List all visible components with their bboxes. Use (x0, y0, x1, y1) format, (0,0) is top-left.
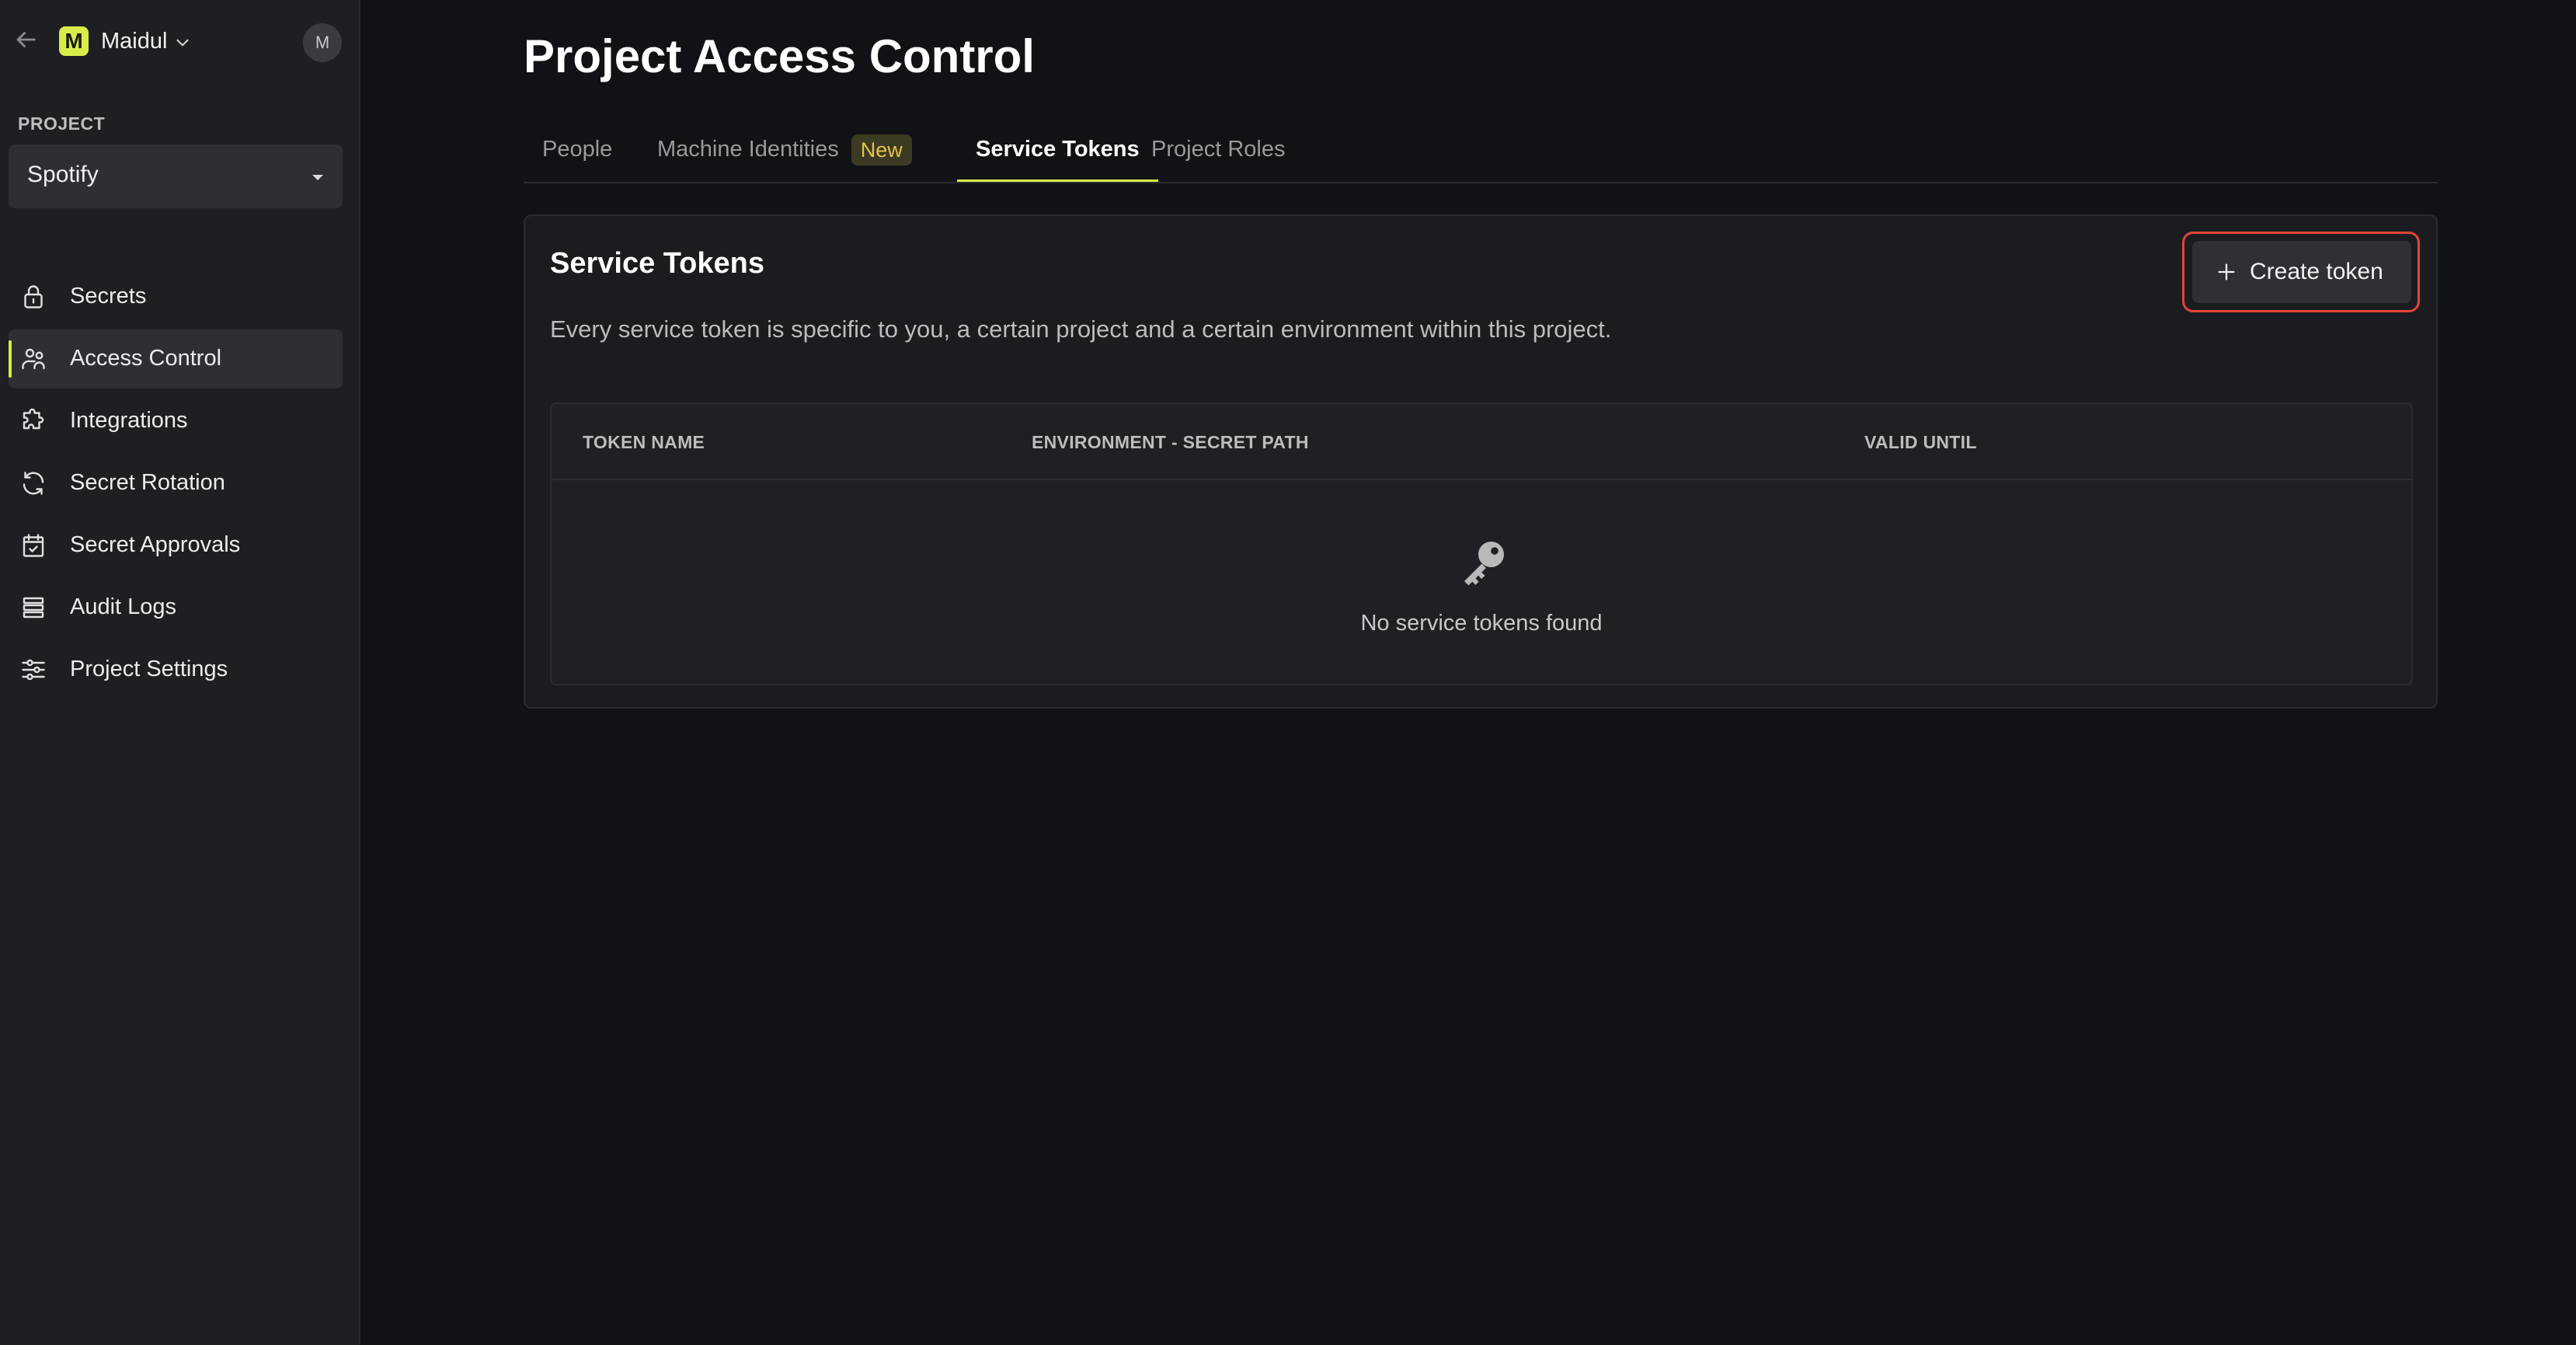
page-title: Project Access Control (524, 30, 1035, 82)
sidebar-item-integrations[interactable]: Integrations (9, 392, 343, 451)
active-tab-indicator (957, 179, 1158, 182)
plus-icon (2218, 263, 2235, 280)
project-select-value: Spotify (27, 162, 99, 187)
tab-bar: People Machine Identities New Service Tok… (524, 124, 2438, 183)
tab-service-tokens[interactable]: Service Tokens (957, 124, 1158, 182)
calendar-check-icon (23, 534, 44, 557)
caret-down-icon (312, 175, 323, 180)
sidebar-item-secret-approvals[interactable]: Secret Approvals (9, 516, 343, 575)
rotate-icon (23, 472, 44, 495)
org-avatar[interactable]: M (59, 26, 89, 56)
sidebar-header: M Maidul M (0, 0, 360, 84)
list-icon (23, 597, 44, 618)
column-header-valid-until: VALID UNTIL (1864, 432, 1977, 452)
table-header: TOKEN NAME ENVIRONMENT - SECRET PATH VAL… (552, 404, 2411, 480)
project-select[interactable]: Spotify (9, 145, 343, 208)
service-tokens-table: TOKEN NAME ENVIRONMENT - SECRET PATH VAL… (550, 402, 2413, 685)
tab-label: Project Roles (1151, 137, 1286, 162)
sidebar-item-label: Integrations (70, 408, 188, 433)
user-avatar[interactable]: M (303, 23, 342, 62)
project-section-label: PROJECT (18, 113, 106, 134)
app-root: M Maidul M PROJECT Spotify Secrets Acces… (0, 0, 2576, 1345)
sidebar-item-label: Access Control (70, 346, 222, 371)
sidebar-item-audit-logs[interactable]: Audit Logs (9, 578, 343, 637)
service-tokens-card: Service Tokens Every service token is sp… (524, 214, 2438, 709)
card-title: Service Tokens (550, 247, 765, 280)
sidebar-item-label: Audit Logs (70, 594, 177, 619)
sidebar-item-access-control[interactable]: Access Control (9, 329, 343, 389)
sidebar-item-project-settings[interactable]: Project Settings (9, 640, 343, 699)
main-content: Project Access Control People Machine Id… (360, 0, 2576, 1345)
create-token-label: Create token (2250, 259, 2383, 284)
org-switcher-label[interactable]: Maidul (101, 26, 167, 56)
card-description: Every service token is specific to you, … (550, 315, 1612, 343)
sidebar-item-label: Secret Rotation (70, 470, 225, 495)
sidebar-item-label: Secrets (70, 284, 147, 308)
sidebar-item-label: Secret Approvals (70, 532, 241, 557)
column-header-token-name: TOKEN NAME (583, 432, 705, 452)
column-header-environment: ENVIRONMENT - SECRET PATH (1032, 432, 1309, 452)
create-token-button[interactable]: Create token (2192, 241, 2411, 303)
sliders-icon (22, 659, 45, 681)
sidebar-item-secrets[interactable]: Secrets (9, 267, 343, 326)
tab-project-roles[interactable]: Project Roles (1151, 124, 1285, 180)
tab-label: Service Tokens (976, 137, 1140, 162)
sidebar-item-secret-rotation[interactable]: Secret Rotation (9, 454, 343, 513)
puzzle-icon (23, 408, 44, 430)
arrow-left-icon[interactable] (12, 26, 39, 53)
tab-machine-identities[interactable]: Machine Identities New (657, 124, 912, 180)
sidebar: M Maidul M PROJECT Spotify Secrets Acces… (0, 0, 360, 1345)
sidebar-item-label: Project Settings (70, 657, 228, 681)
empty-state-text: No service tokens found (1360, 611, 1603, 636)
lock-icon (24, 285, 43, 308)
sidebar-nav: Secrets Access Control Integrations Secr… (0, 267, 360, 702)
tab-label: People (542, 137, 613, 162)
tab-people[interactable]: People (542, 124, 612, 180)
users-icon (22, 348, 45, 370)
tab-label: Machine Identities (657, 137, 839, 162)
chevron-down-icon[interactable] (172, 33, 193, 53)
new-badge: New (851, 134, 912, 166)
key-icon (1464, 542, 1504, 586)
